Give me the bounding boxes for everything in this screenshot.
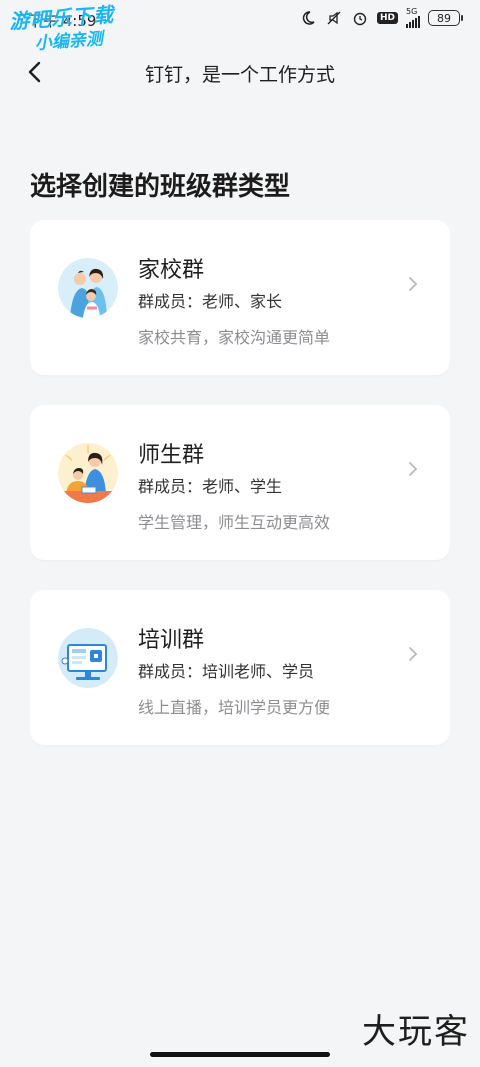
group-type-card-training[interactable]: 培训群 群成员：培训老师、学员 线上直播，培训学员更方便 <box>30 590 450 745</box>
network-label: 5G <box>406 7 418 16</box>
teacher-student-illustration <box>58 443 118 503</box>
group-type-card-home-school[interactable]: 家校群 群成员：老师、家长 家校共育，家校沟通更简单 <box>30 220 450 375</box>
nav-title: 钉钉，是一个工作方式 <box>144 64 335 86</box>
page-title: 选择创建的班级群类型 <box>30 172 291 202</box>
card-name: 家校群 <box>138 258 205 283</box>
brand-watermark: 大玩客 <box>362 1012 470 1052</box>
chevron-right-icon <box>406 459 420 479</box>
home-indicator[interactable] <box>150 1052 330 1057</box>
mute-icon <box>325 9 343 27</box>
chevron-right-icon <box>406 644 420 664</box>
card-members: 群成员：培训老师、学员 <box>138 662 315 681</box>
hd-icon: HD <box>376 12 398 24</box>
signal-icon: 5G <box>406 8 420 28</box>
chevron-right-icon <box>406 274 420 294</box>
moon-icon <box>299 9 317 27</box>
card-desc: 家校共育，家校沟通更简单 <box>138 328 331 347</box>
group-type-card-teacher-student[interactable]: 师生群 群成员：老师、学生 学生管理，师生互动更高效 <box>30 405 450 560</box>
card-name: 培训群 <box>138 628 205 653</box>
card-name: 师生群 <box>138 443 205 468</box>
card-members: 群成员：老师、学生 <box>138 477 283 496</box>
family-illustration <box>58 258 118 318</box>
monitor-illustration <box>58 628 118 688</box>
card-desc: 学生管理，师生互动更高效 <box>138 513 331 532</box>
alarm-icon <box>351 9 369 27</box>
card-desc: 线上直播，培训学员更方便 <box>138 698 331 717</box>
nav-bar: 钉钉，是一个工作方式 <box>0 48 480 96</box>
card-members: 群成员：老师、家长 <box>138 292 283 311</box>
battery-icon: 89 <box>428 10 463 26</box>
status-icons: HD 5G 89 <box>299 8 463 28</box>
